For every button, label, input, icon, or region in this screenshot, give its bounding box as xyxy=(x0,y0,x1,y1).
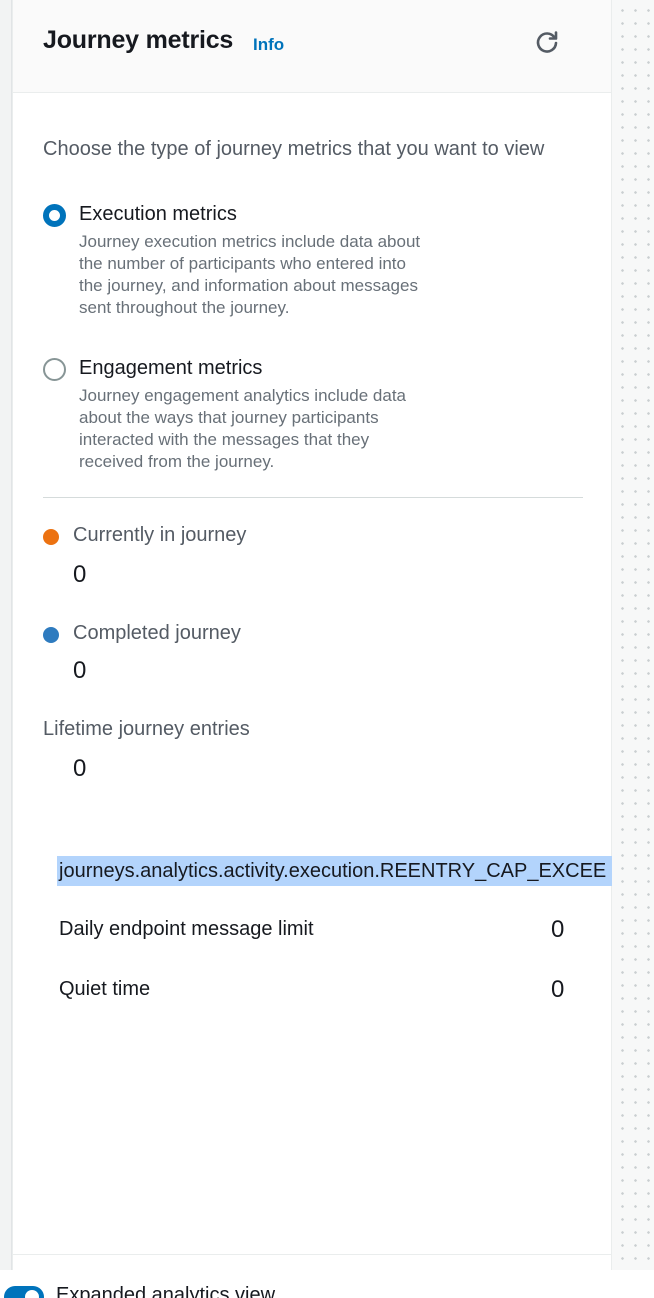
execution-metrics-radio[interactable] xyxy=(43,204,66,227)
completed-journey-value: 0 xyxy=(73,657,87,684)
execution-metrics-label[interactable]: Execution metrics xyxy=(79,203,237,226)
daily-limit-value: 0 xyxy=(551,916,565,943)
toggle-knob xyxy=(25,1290,39,1298)
left-gutter xyxy=(0,0,12,1298)
panel-title: Journey metrics xyxy=(43,26,234,54)
panel-header: Journey metrics Info xyxy=(13,0,611,93)
quiet-time-value: 0 xyxy=(551,976,565,1003)
section-divider xyxy=(43,497,583,498)
currently-in-journey-dot-icon xyxy=(43,529,59,545)
engagement-metrics-description: Journey engagement analytics include dat… xyxy=(79,386,406,471)
daily-limit-label: Daily endpoint message limit xyxy=(59,918,314,940)
panel-footer-divider xyxy=(13,1254,611,1255)
engagement-metrics-label[interactable]: Engagement metrics xyxy=(79,357,262,380)
currently-in-journey-value: 0 xyxy=(73,561,87,588)
engagement-metrics-radio[interactable] xyxy=(43,358,66,381)
lifetime-entries-label: Lifetime journey entries xyxy=(43,718,250,740)
lifetime-entries-value: 0 xyxy=(73,755,87,782)
completed-journey-dot-icon xyxy=(43,627,59,643)
expanded-analytics-toggle[interactable] xyxy=(4,1286,44,1298)
expanded-analytics-label[interactable]: Expanded analytics view xyxy=(56,1284,275,1298)
analytics-view-bar: Expanded analytics view xyxy=(0,1270,654,1298)
execution-metrics-description: Journey execution metrics include data a… xyxy=(79,232,421,317)
completed-journey-label: Completed journey xyxy=(73,622,241,644)
currently-in-journey-label: Currently in journey xyxy=(73,524,247,546)
metric-type-prompt: Choose the type of journey metrics that … xyxy=(43,138,545,160)
reentry-cap-row-label: journeys.analytics.activity.execution.RE… xyxy=(57,856,613,886)
quiet-time-label: Quiet time xyxy=(59,978,151,1000)
refresh-icon[interactable] xyxy=(533,28,561,56)
journey-metrics-panel: Journey metrics Info Choose the type of … xyxy=(12,0,613,1270)
info-link[interactable]: Info xyxy=(253,35,284,55)
canvas-dot-grid xyxy=(612,0,654,1270)
